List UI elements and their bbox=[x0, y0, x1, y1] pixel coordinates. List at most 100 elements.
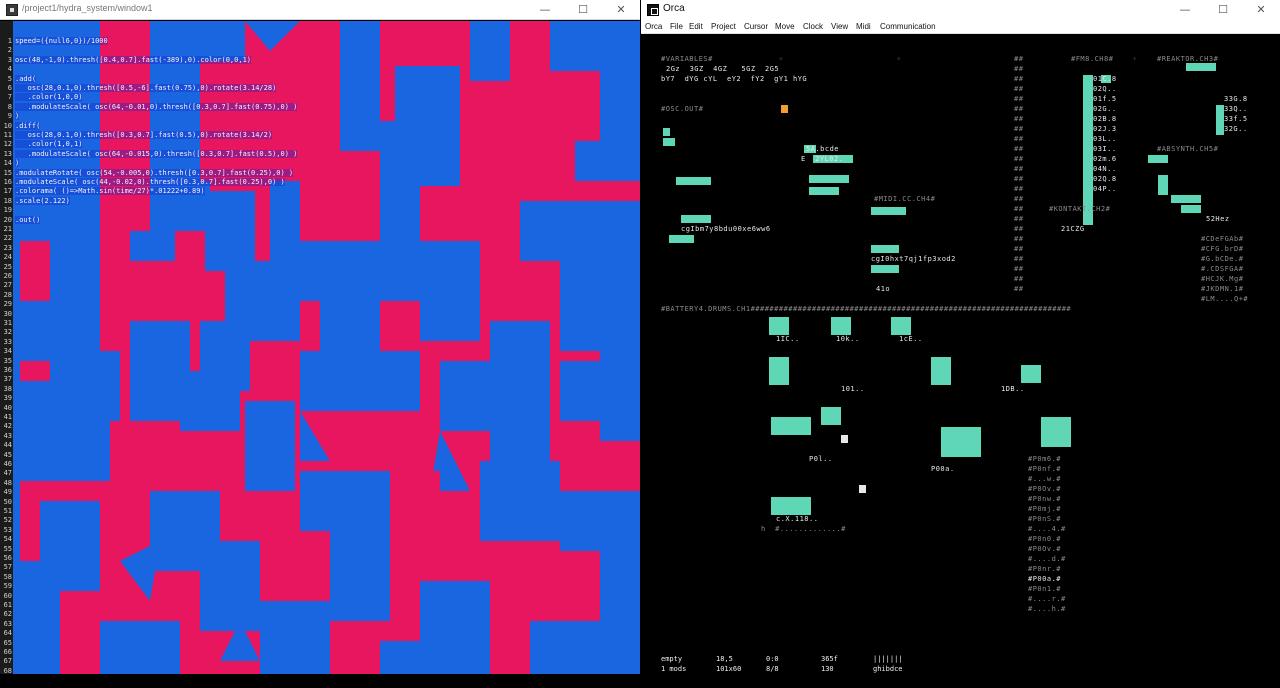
hash-marker: ## bbox=[1014, 155, 1024, 163]
status-value: 365f bbox=[821, 655, 838, 663]
line-number: 46 bbox=[3, 460, 12, 468]
close-button[interactable]: ✕ bbox=[602, 0, 640, 20]
note-row: #CDeFGAb# bbox=[1201, 235, 1244, 243]
battery-fragment-9: h #.............# bbox=[761, 525, 846, 533]
menu-clock[interactable]: Clock bbox=[803, 22, 823, 31]
line-number: 25 bbox=[3, 262, 12, 271]
line-number: 16 bbox=[3, 178, 12, 186]
menu-move[interactable]: Move bbox=[775, 22, 795, 31]
code-line[interactable]: osc(28,0.1,0).thresh([0.3,0.7].fast(0.5)… bbox=[15, 131, 273, 139]
menu-midi[interactable]: Midi bbox=[856, 22, 871, 31]
line-number: 19 bbox=[3, 206, 12, 215]
hydra-window: /project1/hydra_system/window1 — ☐ ✕ 1 2… bbox=[0, 0, 640, 688]
line-number: 5 bbox=[7, 74, 12, 83]
note-row: #CFG.brD# bbox=[1201, 245, 1244, 253]
menu-edit[interactable]: Edit bbox=[689, 22, 703, 31]
line-number: 20 bbox=[3, 215, 12, 224]
line-number: 42 bbox=[3, 422, 12, 431]
orca-grid[interactable]: + + + + + #VARIABLES# 2Gz 3GZ 4GZ 5GZ 2G… bbox=[641, 35, 1280, 688]
line-number: 30 bbox=[3, 309, 12, 318]
code-line[interactable]: ) bbox=[15, 159, 20, 168]
hydra-title-bar[interactable]: /project1/hydra_system/window1 — ☐ ✕ bbox=[0, 0, 640, 20]
menu-cursor[interactable]: Cursor bbox=[744, 22, 768, 31]
line-number: 34 bbox=[3, 347, 12, 356]
operator-cell bbox=[809, 175, 849, 183]
operator-cell bbox=[871, 245, 899, 253]
operator-cell bbox=[1148, 155, 1168, 163]
code-line[interactable]: .colorama( ()=>Math.sin(time/27)*.01222+… bbox=[15, 187, 205, 196]
battery-fragment-8: c.X.118.. bbox=[776, 515, 819, 523]
code-line[interactable]: osc(28,0.1,0).thresh([0.5,-6].fast(0.75)… bbox=[15, 84, 277, 92]
battery-fragment-1: 1IC.. bbox=[776, 335, 800, 343]
note-row: #JKDMN.1# bbox=[1201, 285, 1244, 293]
fm8-column bbox=[1083, 75, 1093, 225]
line-number: 24 bbox=[3, 253, 12, 262]
p-row: #....r.# bbox=[1028, 595, 1066, 603]
code-line[interactable]: .add( bbox=[15, 74, 37, 83]
line-number: 63 bbox=[3, 619, 12, 628]
line-number: 2 bbox=[7, 46, 12, 55]
orca-minimize-button[interactable]: — bbox=[1166, 0, 1204, 20]
code-line[interactable]: .scale(2.122) bbox=[15, 196, 70, 205]
operator-cell bbox=[663, 128, 670, 136]
battery-label: #BATTERY4.DRUMS.CH1#####################… bbox=[661, 305, 1072, 313]
hash-marker: ## bbox=[1014, 75, 1024, 83]
fm8-value: 01C.8 bbox=[1093, 75, 1117, 83]
fm8-value: 02m.6 bbox=[1093, 155, 1117, 163]
code-line[interactable]: .color(1,0,1) bbox=[15, 140, 83, 149]
code-line[interactable]: .out() bbox=[15, 215, 41, 224]
hash-marker: ## bbox=[1014, 225, 1024, 233]
hydra-bottom-strip bbox=[0, 674, 640, 688]
code-line[interactable]: .modulateRotate( osc(54,-0.005,0).thresh… bbox=[15, 168, 294, 177]
code-line[interactable]: ) bbox=[15, 112, 20, 121]
line-number: 4 bbox=[7, 65, 12, 74]
absynth-label: #ABSYNTH.CH5# bbox=[1157, 145, 1219, 153]
battery-fragment-7: P00a. bbox=[931, 465, 955, 473]
operator-cell bbox=[871, 207, 906, 215]
code-line[interactable]: .modulateScale( osc(64,-0.015,0).thresh(… bbox=[15, 149, 298, 158]
hydra-pattern bbox=[0, 21, 640, 674]
code-line[interactable]: .modulateScale( osc(44,-0.02,0).thresh([… bbox=[15, 178, 285, 186]
orca-close-button[interactable]: ✕ bbox=[1242, 0, 1280, 20]
p-row: #P0Ov.# bbox=[1028, 545, 1062, 553]
code-line[interactable]: .diff( bbox=[15, 121, 41, 130]
menu-file[interactable]: File bbox=[670, 22, 683, 31]
operator-cell bbox=[681, 215, 711, 223]
status-value: 18,5 bbox=[716, 655, 733, 663]
minimize-button[interactable]: — bbox=[526, 0, 564, 20]
orca-maximize-button[interactable]: ☐ bbox=[1204, 0, 1242, 20]
maximize-button[interactable]: ☐ bbox=[564, 0, 602, 20]
line-number: 58 bbox=[3, 572, 12, 581]
reaktor-value: 32G.. bbox=[1224, 125, 1248, 133]
sequence-fragment-2: cgI0hxt7qj1fp3xod2 bbox=[871, 255, 956, 263]
menu-communication[interactable]: Communication bbox=[880, 22, 936, 31]
kontakt-label: #KONTAKT.CH2# bbox=[1049, 205, 1111, 213]
cursor-cell bbox=[841, 435, 848, 443]
note-row: #LM....Q+# bbox=[1201, 295, 1249, 303]
operator-cell bbox=[771, 417, 811, 435]
line-number: 3 bbox=[7, 55, 12, 64]
p-row: #P0nS.# bbox=[1028, 515, 1062, 523]
hash-marker: ## bbox=[1014, 65, 1024, 73]
line-number: 29 bbox=[3, 300, 12, 309]
line-number: 26 bbox=[3, 272, 12, 280]
line-number: 17 bbox=[3, 187, 12, 196]
code-line[interactable]: osc(48,-1,0).thresh([0.4,0.7].fast(-389)… bbox=[15, 55, 252, 64]
orca-title-bar[interactable]: Orca — ☐ ✕ bbox=[641, 0, 1280, 20]
code-line[interactable]: .modulateScale( osc(64,-0.01,0).thresh([… bbox=[15, 102, 298, 111]
p-row: #....4.# bbox=[1028, 525, 1066, 533]
menu-project[interactable]: Project bbox=[711, 22, 736, 31]
status-value: 0:0 bbox=[766, 655, 779, 663]
p-row: #P0nw.# bbox=[1028, 495, 1062, 503]
operator-cell bbox=[1186, 63, 1216, 71]
line-number: 60 bbox=[3, 591, 12, 600]
line-number: 53 bbox=[3, 525, 12, 534]
code-line[interactable]: speed=({null6,0})/1000 bbox=[15, 37, 108, 45]
menu-orca[interactable]: Orca bbox=[645, 22, 662, 31]
code-line[interactable]: .color(1,0,0) bbox=[15, 93, 83, 102]
menu-view[interactable]: View bbox=[831, 22, 848, 31]
operator-cell bbox=[941, 427, 981, 457]
line-number: 21 bbox=[3, 225, 12, 233]
battery-fragment-4: 101.. bbox=[841, 385, 865, 393]
operator-cell bbox=[771, 497, 811, 515]
